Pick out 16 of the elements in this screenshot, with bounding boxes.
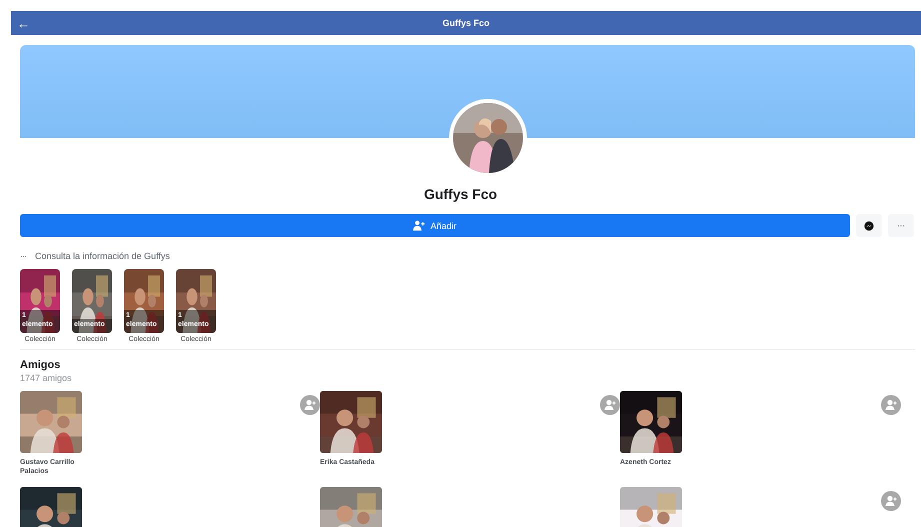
more-icon: ···: [20, 251, 26, 261]
add-person-icon: [413, 220, 426, 231]
page-title: Guffys Fco: [442, 18, 490, 28]
section-title: Amigos: [20, 359, 62, 371]
profile-name: Guffys Fco: [422, 186, 498, 202]
add-friend-button[interactable]: Añadir: [20, 214, 850, 237]
back-button[interactable]: ←: [11, 16, 36, 30]
add-friend-icon[interactable]: [881, 395, 901, 415]
friend-count: 1747 amigos: [20, 373, 73, 383]
about-link[interactable]: Consulta la información de Guffys: [35, 251, 170, 261]
messenger-button[interactable]: [856, 214, 882, 237]
add-friend-icon[interactable]: [881, 491, 901, 511]
more-button[interactable]: ···: [888, 214, 914, 237]
add-friend-icon[interactable]: [600, 395, 620, 415]
messenger-icon: [864, 220, 874, 230]
add-friend-icon[interactable]: [300, 395, 320, 415]
